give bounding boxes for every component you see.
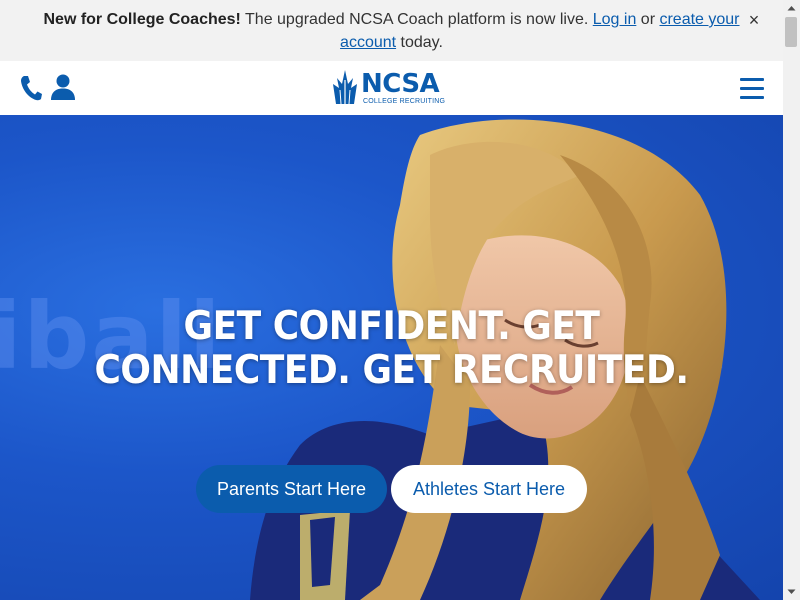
hero-headline: GET CONFIDENT. GET CONNECTED. GET RECRUI… [94, 303, 689, 393]
vertical-scrollbar[interactable] [783, 0, 800, 600]
announcement-banner: New for College Coaches! The upgraded NC… [0, 0, 783, 62]
ncsa-logo[interactable]: NCSA COLLEGE RECRUITING [333, 68, 453, 108]
login-link[interactable]: Log in [593, 11, 637, 28]
banner-lead: New for College Coaches! [43, 11, 241, 28]
scroll-up-arrow-icon[interactable] [783, 0, 800, 17]
menu-line [740, 96, 764, 99]
scrollbar-thumb[interactable] [785, 17, 797, 47]
scroll-down-arrow-icon[interactable] [783, 583, 800, 600]
logo-mark-icon [333, 70, 357, 104]
hero-section: iball uu GET CONFIDENT. GET CONNECTED. G… [0, 115, 783, 600]
banner-text-before: The upgraded NCSA Coach platform is now … [240, 11, 593, 28]
close-banner-button[interactable]: × [744, 9, 764, 31]
hamburger-menu-icon[interactable] [740, 76, 765, 101]
menu-line [740, 78, 764, 81]
site-header: NCSA COLLEGE RECRUITING [0, 61, 783, 115]
logo-tagline: COLLEGE RECRUITING [363, 98, 446, 105]
parents-start-button[interactable]: Parents Start Here [196, 465, 387, 513]
menu-line [740, 87, 764, 90]
user-icon[interactable] [51, 74, 75, 100]
page: New for College Coaches! The upgraded NC… [0, 0, 783, 600]
banner-message: New for College Coaches! The upgraded NC… [40, 8, 743, 54]
banner-text-or: or [636, 11, 660, 28]
banner-text-after: today. [396, 34, 443, 51]
logo-wordmark: NCSA [361, 69, 440, 99]
phone-icon[interactable] [20, 75, 42, 101]
athletes-start-button[interactable]: Athletes Start Here [391, 465, 587, 513]
